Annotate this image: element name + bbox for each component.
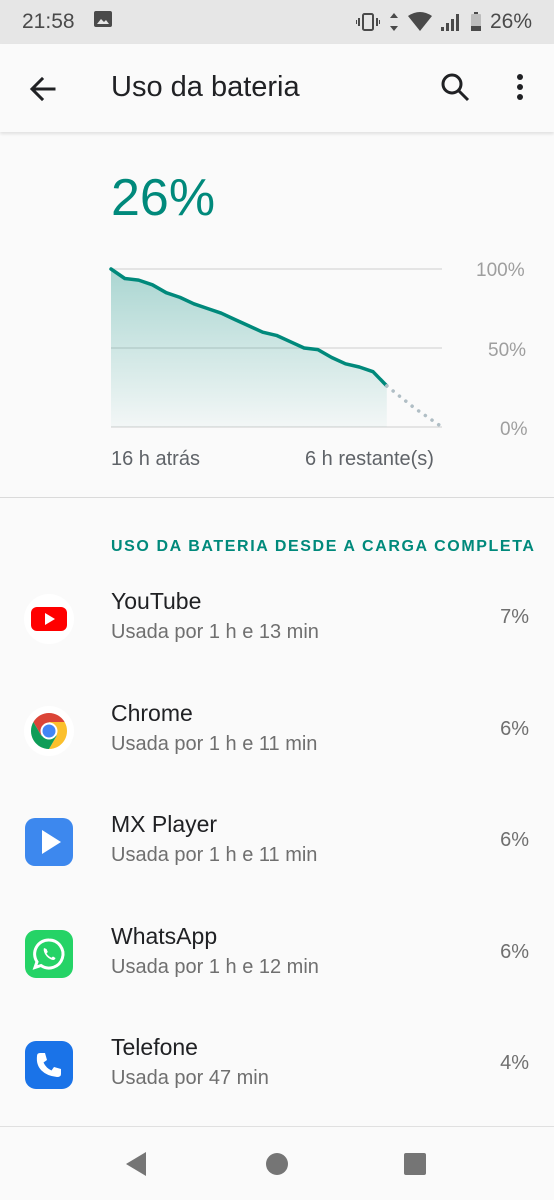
page-title: Uso da bateria [111, 71, 300, 103]
app-percent: 6% [500, 941, 529, 963]
divider [0, 497, 554, 498]
app-name: YouTube [111, 588, 202, 614]
y-tick-label: 50% [488, 340, 527, 361]
wifi-icon [407, 12, 432, 32]
battery-icon [470, 12, 482, 32]
whatsapp-icon [24, 929, 74, 979]
nav-recents-icon[interactable] [403, 1152, 427, 1181]
x-label-end: 6 h restante(s) [305, 448, 434, 470]
app-name: WhatsApp [111, 923, 218, 949]
y-tick-label: 0% [500, 419, 528, 440]
app-percent: 7% [500, 606, 529, 628]
search-icon[interactable] [440, 72, 470, 102]
status-bar: 21:58 26% [0, 0, 554, 44]
app-usage: Usada por 1 h e 11 min [111, 844, 318, 866]
app-usage: Usada por 47 min [111, 1067, 269, 1089]
navigation-bar [0, 1126, 554, 1200]
nav-back-icon[interactable] [124, 1151, 148, 1182]
battery-chart: 100% 50% 0% 16 h atrás 6 h restante(s) [0, 250, 554, 480]
app-name: Telefone [111, 1034, 198, 1060]
data-arrows-icon [388, 12, 400, 32]
status-battery-text: 26% [489, 10, 532, 33]
list-item-chrome[interactable]: Chrome Usada por 1 h e 11 min 6% [0, 682, 554, 793]
app-usage: Usada por 1 h e 11 min [111, 733, 318, 755]
status-time: 21:58 [22, 10, 75, 33]
app-percent: 6% [500, 829, 529, 851]
section-title: USO DA BATERIA DESDE A CARGA COMPLETA [111, 538, 536, 555]
image-icon [93, 10, 113, 34]
mx-player-icon [24, 817, 74, 867]
app-percent: 4% [500, 1052, 529, 1074]
list-item-whatsapp[interactable]: WhatsApp Usada por 1 h e 12 min 6% [0, 905, 554, 1016]
app-bar: Uso da bateria [0, 44, 554, 132]
app-name: Chrome [111, 700, 193, 726]
signal-icon [440, 12, 462, 32]
battery-level: 26% [111, 169, 216, 227]
app-percent: 6% [500, 718, 529, 740]
list-item-telefone[interactable]: Telefone Usada por 47 min 4% [0, 1016, 554, 1127]
x-label-start: 16 h atrás [111, 448, 200, 470]
app-usage: Usada por 1 h e 12 min [111, 956, 319, 978]
app-usage: Usada por 1 h e 13 min [111, 621, 319, 643]
vibrate-icon [355, 12, 380, 32]
y-tick-label: 100% [476, 260, 525, 281]
more-vert-icon[interactable] [508, 72, 532, 102]
chart-projection-line [385, 384, 444, 429]
nav-home-icon[interactable] [265, 1152, 289, 1181]
list-item-youtube[interactable]: YouTube Usada por 1 h e 13 min 7% [0, 570, 554, 681]
app-name: MX Player [111, 811, 218, 837]
chrome-icon [24, 706, 74, 756]
youtube-icon [24, 594, 74, 644]
phone-icon [24, 1040, 74, 1090]
list-item-mx-player[interactable]: MX Player Usada por 1 h e 11 min 6% [0, 793, 554, 904]
battery-chart-svg [109, 267, 444, 429]
arrow-back-icon[interactable] [28, 74, 58, 104]
